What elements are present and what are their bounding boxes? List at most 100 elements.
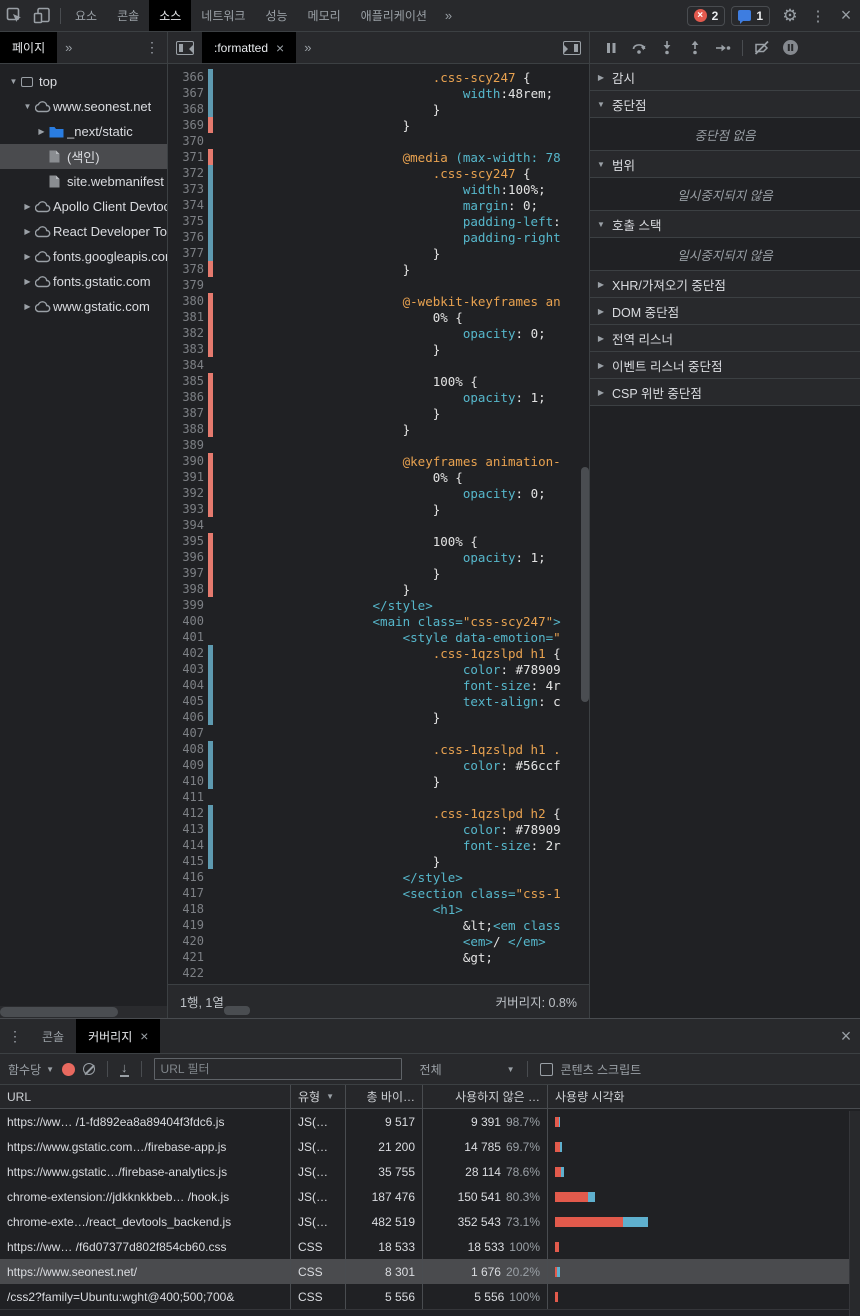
chevron-collapsed-icon[interactable]: ▶: [20, 277, 35, 286]
line-number[interactable]: 373: [168, 182, 208, 196]
code-area[interactable]: 366 .css-scy247 {367 width:48rem;368 }36…: [168, 64, 589, 984]
editor-tab-formatted[interactable]: :formatted ×: [202, 32, 296, 63]
line-number[interactable]: 378: [168, 262, 208, 276]
line-number[interactable]: 414: [168, 838, 208, 852]
step-icon[interactable]: [710, 35, 736, 61]
line-number[interactable]: 386: [168, 390, 208, 404]
inspect-element-icon[interactable]: [0, 0, 28, 31]
drawer-tab-커버리지[interactable]: 커버리지×: [76, 1019, 160, 1053]
tree-item-fonts.googleapis.com[interactable]: ▶fonts.googleapis.com: [0, 244, 167, 269]
line-number[interactable]: 416: [168, 870, 208, 884]
line-number[interactable]: 389: [168, 438, 208, 452]
line-number[interactable]: 377: [168, 246, 208, 260]
tree-item-Apollo Client Devtools[interactable]: ▶Apollo Client Devtools: [0, 194, 167, 219]
close-tab-icon[interactable]: ×: [276, 40, 284, 56]
record-coverage-icon[interactable]: [62, 1063, 75, 1076]
line-number[interactable]: 369: [168, 118, 208, 132]
debugger-section-CSP 위반 중단점[interactable]: ▶CSP 위반 중단점: [590, 379, 860, 406]
debugger-section-이벤트 리스너 중단점[interactable]: ▶이벤트 리스너 중단점: [590, 352, 860, 379]
deactivate-breakpoints-icon[interactable]: [749, 35, 775, 61]
navigator-tab-pages[interactable]: 페이지: [0, 32, 57, 63]
debugger-section-감시[interactable]: ▶감시: [590, 64, 860, 91]
step-into-icon[interactable]: [654, 35, 680, 61]
line-number[interactable]: 392: [168, 486, 208, 500]
line-number[interactable]: 381: [168, 310, 208, 324]
tab-콘솔[interactable]: 콘솔: [107, 0, 149, 31]
line-number[interactable]: 402: [168, 646, 208, 660]
line-number[interactable]: 413: [168, 822, 208, 836]
type-filter-select[interactable]: 전체 ▼: [420, 1061, 515, 1078]
tree-item-(색인)[interactable]: (색인): [0, 144, 167, 169]
line-number[interactable]: 411: [168, 790, 208, 804]
line-number[interactable]: 417: [168, 886, 208, 900]
line-number[interactable]: 398: [168, 582, 208, 596]
close-tab-icon[interactable]: ×: [140, 1028, 148, 1044]
line-number[interactable]: 383: [168, 342, 208, 356]
line-number[interactable]: 399: [168, 598, 208, 612]
navigator-horizontal-scrollbar[interactable]: [0, 1006, 168, 1018]
chevron-expanded-icon[interactable]: ▼: [6, 77, 21, 86]
column-header-사용량 시각화[interactable]: 사용량 시각화: [547, 1085, 860, 1108]
table-row[interactable]: /css2?family=Ubuntu:wght@400;500;700&CSS…: [0, 1284, 860, 1309]
pause-on-exceptions-icon[interactable]: [777, 35, 803, 61]
line-number[interactable]: 391: [168, 470, 208, 484]
collapse-navigator-icon[interactable]: [176, 41, 194, 55]
line-number[interactable]: 409: [168, 758, 208, 772]
line-number[interactable]: 390: [168, 454, 208, 468]
line-number[interactable]: 395: [168, 534, 208, 548]
menu-dots-icon[interactable]: ⋮: [804, 0, 832, 31]
line-number[interactable]: 375: [168, 214, 208, 228]
tree-item-_next/static[interactable]: ▶_next/static: [0, 119, 167, 144]
step-out-icon[interactable]: [682, 35, 708, 61]
line-number[interactable]: 372: [168, 166, 208, 180]
line-number[interactable]: 367: [168, 86, 208, 100]
line-number[interactable]: 379: [168, 278, 208, 292]
tree-item-www.gstatic.com[interactable]: ▶www.gstatic.com: [0, 294, 167, 319]
table-row[interactable]: https://ww… /1-fd892ea8a89404f3fdc6.jsJS…: [0, 1109, 860, 1134]
tree-item-fonts.gstatic.com[interactable]: ▶fonts.gstatic.com: [0, 269, 167, 294]
chevron-collapsed-icon[interactable]: ▶: [20, 252, 35, 261]
line-number[interactable]: 406: [168, 710, 208, 724]
column-header-유형[interactable]: 유형▼: [290, 1085, 345, 1108]
debugger-section-범위[interactable]: ▼범위: [590, 151, 860, 178]
table-row[interactable]: chrome-exte…/react_devtools_backend.jsJS…: [0, 1209, 860, 1234]
line-number[interactable]: 407: [168, 726, 208, 740]
line-number[interactable]: 396: [168, 550, 208, 564]
line-number[interactable]: 404: [168, 678, 208, 692]
tab-네트워크[interactable]: 네트워크: [191, 0, 255, 31]
line-number[interactable]: 394: [168, 518, 208, 532]
line-number[interactable]: 382: [168, 326, 208, 340]
navigator-menu-icon[interactable]: ⋮: [137, 32, 167, 63]
tree-item-site.webmanifest[interactable]: site.webmanifest: [0, 169, 167, 194]
chevron-collapsed-icon[interactable]: ▶: [20, 227, 35, 236]
close-drawer-icon[interactable]: ×: [832, 1019, 860, 1053]
expand-debugger-icon[interactable]: [563, 41, 581, 55]
console-message-badge[interactable]: 1: [731, 6, 770, 26]
line-number[interactable]: 380: [168, 294, 208, 308]
line-number[interactable]: 403: [168, 662, 208, 676]
url-filter-input[interactable]: [154, 1058, 402, 1080]
line-number[interactable]: 408: [168, 742, 208, 756]
line-number[interactable]: 410: [168, 774, 208, 788]
line-number[interactable]: 401: [168, 630, 208, 644]
clear-coverage-icon[interactable]: [83, 1063, 95, 1075]
debugger-section-XHR/가져오기 중단점[interactable]: ▶XHR/가져오기 중단점: [590, 271, 860, 298]
column-header-사용하지 않은 …[interactable]: 사용하지 않은 …: [422, 1085, 547, 1108]
tab-메모리[interactable]: 메모리: [298, 0, 351, 31]
column-header-총 바이…[interactable]: 총 바이…: [345, 1085, 422, 1108]
debugger-section-호출 스택[interactable]: ▼호출 스택: [590, 211, 860, 238]
chevron-collapsed-icon[interactable]: ▶: [20, 202, 35, 211]
more-panels-icon[interactable]: »: [437, 8, 460, 23]
content-scripts-checkbox[interactable]: [540, 1063, 553, 1076]
drawer-menu-icon[interactable]: ⋮: [0, 1019, 30, 1053]
tab-애플리케이션[interactable]: 애플리케이션: [351, 0, 437, 31]
more-navigator-tabs-icon[interactable]: »: [57, 40, 80, 55]
chevron-collapsed-icon[interactable]: ▶: [34, 127, 49, 136]
debugger-section-DOM 중단점[interactable]: ▶DOM 중단점: [590, 298, 860, 325]
error-count-badge[interactable]: × 2: [687, 6, 726, 26]
tab-요소[interactable]: 요소: [65, 0, 107, 31]
device-toolbar-icon[interactable]: [28, 0, 56, 31]
line-number[interactable]: 412: [168, 806, 208, 820]
line-number[interactable]: 376: [168, 230, 208, 244]
debugger-section-전역 리스너[interactable]: ▶전역 리스너: [590, 325, 860, 352]
